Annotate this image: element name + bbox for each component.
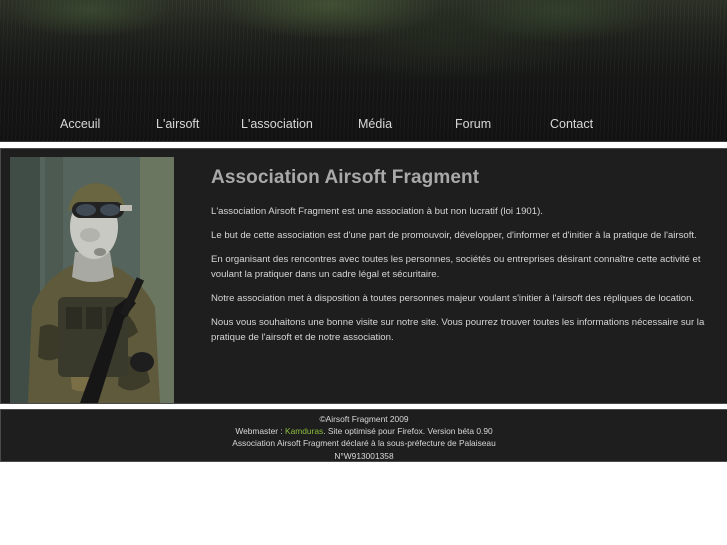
main-panel: Association Airsoft Fragment L'associati… bbox=[0, 148, 727, 404]
webmaster-link[interactable]: Kamduras bbox=[285, 426, 323, 436]
welcome-paragraph: Nous vous souhaitons une bonne visite su… bbox=[211, 317, 705, 343]
footer-copyright: ©Airsoft Fragment 2009 bbox=[319, 414, 409, 424]
footer: ©Airsoft Fragment 2009 Webmaster : Kamdu… bbox=[0, 409, 727, 462]
page-title: Association Airsoft Fragment bbox=[211, 167, 480, 188]
main-nav: Acceuil L'airsoft L'association Média Fo… bbox=[0, 112, 727, 138]
footer-registration: N°W913001358 bbox=[334, 450, 394, 461]
webmaster-suffix: . Site optimisé pour Firefox. Version bé… bbox=[323, 426, 493, 437]
meetings-paragraph: En organisant des rencontres avec toutes… bbox=[211, 254, 701, 280]
rental-paragraph: Notre association met à disposition à to… bbox=[211, 293, 695, 304]
nav-item-media[interactable]: Média bbox=[358, 117, 392, 131]
footer-declaration: Association Airsoft Fragment déclaré à l… bbox=[232, 438, 496, 449]
intro-paragraph: L'association Airsoft Fragment est une a… bbox=[211, 206, 543, 217]
main-content: Association Airsoft Fragment L'associati… bbox=[211, 167, 723, 354]
nav-item-acceuil[interactable]: Acceuil bbox=[60, 117, 100, 131]
footer-webmaster-line: Webmaster : Kamduras. Site optimisé pour… bbox=[1, 425, 727, 437]
webmaster-prefix: Webmaster : bbox=[235, 426, 286, 437]
nav-item-association[interactable]: L'association bbox=[241, 117, 313, 131]
airsoft-player-photo bbox=[10, 157, 174, 403]
nav-item-airsoft[interactable]: L'airsoft bbox=[156, 117, 199, 131]
nav-item-forum[interactable]: Forum bbox=[455, 117, 491, 131]
purpose-paragraph: Le but de cette association est d'une pa… bbox=[211, 230, 697, 241]
nav-item-contact[interactable]: Contact bbox=[550, 117, 593, 131]
header-banner: Acceuil L'airsoft L'association Média Fo… bbox=[0, 0, 727, 142]
